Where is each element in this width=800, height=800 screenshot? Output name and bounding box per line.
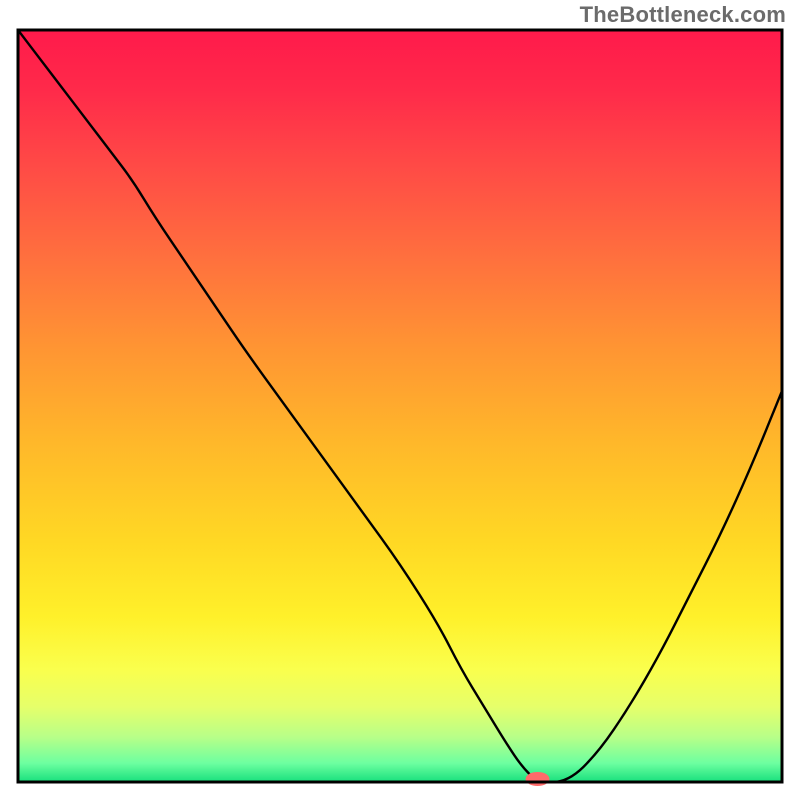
chart-canvas: [0, 0, 800, 800]
bottleneck-point-marker: [526, 772, 550, 786]
bottleneck-chart: TheBottleneck.com: [0, 0, 800, 800]
watermark-label: TheBottleneck.com: [580, 2, 786, 28]
chart-background: [18, 30, 782, 782]
